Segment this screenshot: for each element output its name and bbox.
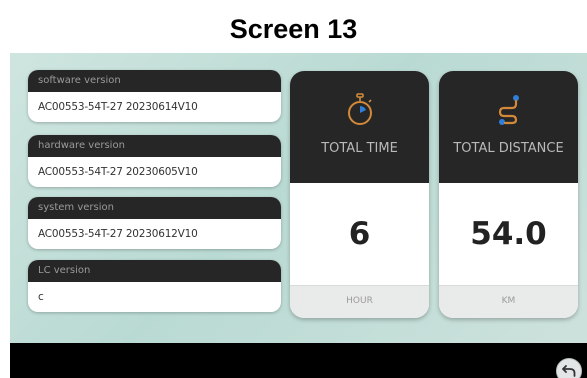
lc-version-value: c (38, 291, 44, 303)
stopwatch-icon (290, 93, 429, 127)
hardware-version-card: hardware version AC00553-54T-27 20230605… (28, 135, 281, 187)
total-time-label: TOTAL TIME (321, 141, 398, 156)
total-distance-card: TOTAL DISTANCE 54.0 KM (439, 71, 578, 318)
total-time-header: TOTAL TIME (290, 71, 429, 183)
back-button[interactable] (556, 358, 582, 378)
hardware-version-value: AC00553-54T-27 20230605V10 (38, 166, 198, 178)
software-version-card: software version AC00553-54T-27 20230614… (28, 70, 281, 122)
total-time-unit: HOUR (290, 285, 429, 318)
device-screen: software version AC00553-54T-27 20230614… (10, 53, 587, 378)
software-version-value: AC00553-54T-27 20230614V10 (38, 101, 198, 113)
total-time-value: 6 (348, 216, 371, 252)
total-distance-header: TOTAL DISTANCE (439, 71, 578, 183)
software-version-label: software version (28, 70, 281, 92)
lc-version-label: LC version (28, 260, 281, 282)
total-distance-label: TOTAL DISTANCE (453, 141, 564, 156)
hardware-version-label: hardware version (28, 135, 281, 157)
system-version-card: system version AC00553-54T-27 20230612V1… (28, 197, 281, 249)
total-distance-value: 54.0 (470, 216, 547, 252)
back-arrow-icon (562, 365, 576, 377)
total-distance-unit: KM (439, 285, 578, 318)
bottom-bar (10, 343, 587, 378)
lc-version-card: LC version c (28, 260, 281, 312)
total-time-card: TOTAL TIME 6 HOUR (290, 71, 429, 318)
route-icon (439, 93, 578, 127)
system-version-value: AC00553-54T-27 20230612V10 (38, 228, 198, 240)
system-version-label: system version (28, 197, 281, 219)
screen-title: Screen 13 (229, 14, 358, 44)
